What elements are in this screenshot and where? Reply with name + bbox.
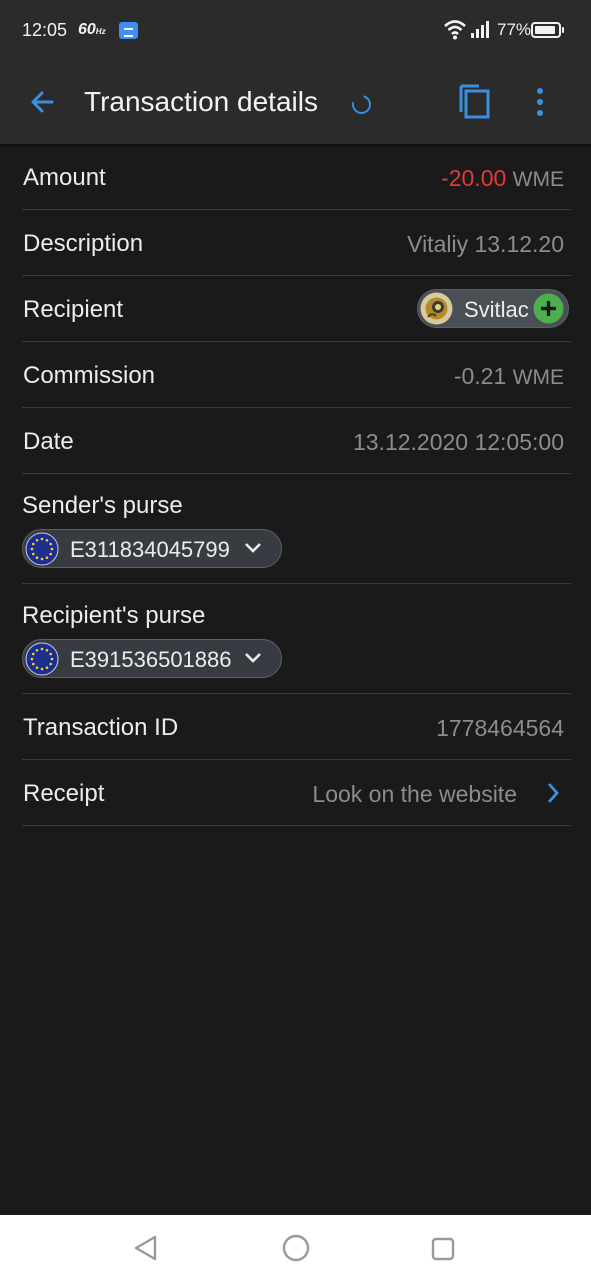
chevron-down-icon [245, 543, 261, 553]
amount-unit: WME [512, 168, 564, 191]
sender-purse-dropdown[interactable]: E311834045799 [22, 529, 282, 568]
system-nav-bar [0, 1215, 591, 1280]
date-value: 13.12.2020 12:05:00 [352, 429, 564, 455]
chevron-right-icon[interactable] [541, 780, 565, 806]
recipient-purse-number: E391536501886 [70, 647, 232, 672]
status-bar: 12:05 60Hz 77% [0, 0, 591, 62]
more-vert-icon[interactable] [525, 82, 555, 122]
receipt-label: Receipt [23, 780, 105, 807]
commission-value: -0.21 WME [454, 363, 564, 390]
amount-label: Amount [23, 164, 106, 191]
signal-icon [471, 21, 489, 38]
date-label: Date [23, 428, 74, 455]
chevron-down-icon [245, 653, 261, 663]
nav-recents-icon[interactable] [431, 1237, 455, 1261]
battery-percent: 77% [497, 20, 532, 39]
status-time: 12:05 [22, 20, 68, 40]
recipient-label: Recipient [23, 296, 124, 323]
receipt-link[interactable]: Look on the website [312, 781, 517, 808]
copy-icon[interactable] [455, 82, 495, 122]
eu-flag-icon [25, 642, 59, 676]
description-value: Vitaliy 13.12.20 [407, 231, 564, 257]
amount-number: -20.00 [441, 165, 507, 191]
description-label: Description [23, 230, 144, 257]
back-arrow-icon[interactable] [22, 84, 62, 124]
recipient-purse-dropdown[interactable]: E391536501886 [22, 639, 282, 678]
transaction-id-value: 1778464564 [436, 715, 564, 741]
sender-purse-label: Sender's purse [22, 492, 183, 519]
amount-row: Amount -20.00 WME [22, 144, 571, 210]
recipient-avatar [420, 292, 453, 325]
transaction-id-row: Transaction ID 1778464564 [22, 694, 571, 760]
recipient-chip[interactable]: Svitlac [417, 289, 569, 328]
sender-purse-row: Sender's purse E311834045799 [22, 474, 571, 584]
sender-purse-number: E311834045799 [70, 537, 230, 562]
commission-label: Commission [23, 362, 156, 389]
add-contact-icon[interactable] [533, 293, 564, 324]
transaction-details-list: Amount -20.00 WME Description Vitaliy 13… [22, 144, 571, 826]
wifi-icon [444, 20, 466, 40]
transaction-id-label: Transaction ID [23, 714, 179, 741]
page-title: Transaction details [84, 86, 318, 117]
commission-unit: WME [512, 366, 564, 389]
recipient-name: Svitlac [464, 297, 529, 322]
app-toolbar: Transaction details [0, 62, 591, 144]
recipient-purse-row: Recipient's purse E391536501886 [22, 584, 571, 694]
date-row: Date 13.12.2020 12:05:00 [22, 408, 571, 474]
battery-icon [531, 22, 564, 38]
commission-row: Commission -0.21 WME [22, 342, 571, 408]
loading-spinner-icon [348, 91, 375, 118]
receipt-row[interactable]: Receipt Look on the website [22, 760, 571, 826]
description-row: Description Vitaliy 13.12.20 [22, 210, 571, 276]
refresh-rate: 60Hz [78, 21, 106, 38]
nav-back-icon[interactable] [131, 1233, 161, 1263]
message-notification-icon [119, 22, 138, 39]
amount-value: -20.00 WME [441, 165, 564, 192]
recipient-row: Recipient Svitlac [22, 276, 571, 342]
commission-number: -0.21 [453, 363, 507, 389]
nav-home-icon[interactable] [282, 1234, 310, 1262]
recipient-purse-label: Recipient's purse [22, 602, 206, 629]
eu-flag-icon [25, 532, 59, 566]
